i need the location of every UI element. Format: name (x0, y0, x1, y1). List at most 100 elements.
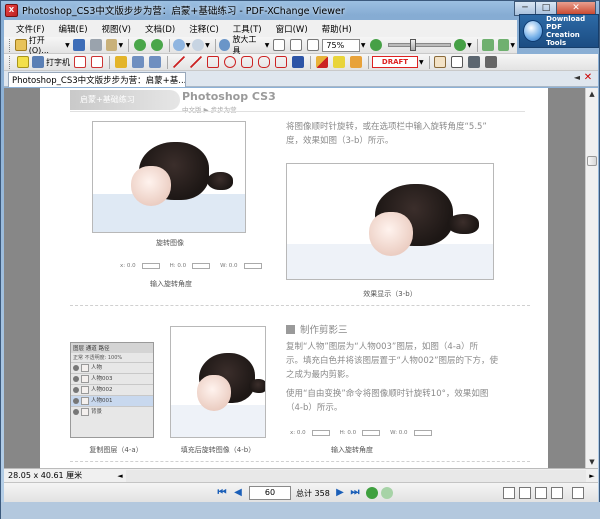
chevron-down-icon: ▼ (467, 41, 472, 49)
back-button[interactable] (132, 38, 147, 53)
history-back-icon[interactable] (366, 487, 378, 499)
hand-tool-button[interactable] (433, 55, 448, 70)
document-viewport[interactable]: 启蒙+基础练习 Photoshop CS3 中文版 ▶ 步步为营 旋转图像 x:… (4, 88, 585, 468)
polygon-icon (240, 56, 253, 68)
text-insert-icon (131, 56, 144, 68)
layers-panel-tabs: 图层 通道 路径 (71, 343, 153, 353)
tab-document[interactable]: Photoshop_CS3中文版步步为营：启蒙+基... (8, 72, 186, 87)
previous-page-button[interactable]: ◀ (232, 487, 244, 499)
single-page-view-icon[interactable] (503, 487, 515, 499)
fill-rotate-photo-4b (170, 326, 266, 438)
comment-button[interactable] (15, 55, 30, 70)
menu-view[interactable]: 视图(V) (102, 23, 131, 35)
toolbar-grip[interactable] (9, 55, 12, 69)
polygon-tool-button[interactable] (239, 55, 254, 70)
chevron-down-icon: ▼ (185, 41, 191, 49)
menu-window[interactable]: 窗口(W) (276, 23, 308, 35)
zoom-out-button[interactable] (368, 38, 383, 53)
rotate-menu-button[interactable]: ▼ (497, 38, 515, 53)
scroll-left-icon[interactable]: ◄ (114, 470, 126, 482)
chevron-down-icon: ▼ (65, 41, 70, 49)
zoom-slider[interactable] (388, 39, 452, 51)
toolbar-grip[interactable] (9, 38, 12, 52)
title-bar: X Photoshop_CS3中文版步步为营：启蒙+基础练习 - PDF-XCh… (1, 1, 599, 19)
paragraph-copy-line1: 复制“人物”图层为“人物003”图层，如图（4-a）所 (286, 342, 479, 352)
text-insert-button[interactable] (130, 55, 145, 70)
fit-page-button[interactable] (288, 38, 303, 53)
forward-button[interactable] (149, 38, 164, 53)
menu-tools[interactable]: 工具(T) (233, 23, 262, 35)
zoom-tool-button[interactable]: 放大工具 ▼ (218, 35, 269, 55)
text-select-button[interactable] (113, 55, 128, 70)
cloud-tool-button[interactable] (256, 55, 271, 70)
callout-button[interactable] (89, 55, 104, 70)
ellipse-tool-button[interactable] (222, 55, 237, 70)
zoom-in-button[interactable]: ▼ (454, 38, 472, 53)
arrow-tool-button[interactable] (188, 55, 203, 70)
redo-icon (192, 39, 205, 51)
layer-row: 人物002 (71, 384, 153, 395)
tab-close-icon[interactable]: ✕ (582, 72, 594, 84)
snapshot-tool-button[interactable] (467, 55, 482, 70)
menu-edit[interactable]: 编辑(E) (59, 23, 88, 35)
first-page-button[interactable]: ⏮ (216, 487, 228, 499)
zoom-dropdown-icon[interactable]: ▼ (361, 42, 366, 49)
rectangle-tool-button[interactable] (205, 55, 220, 70)
fit-page-icon (289, 39, 302, 51)
fit-width-button[interactable] (305, 38, 320, 53)
text-replace-button[interactable] (147, 55, 162, 70)
line-tool-button[interactable] (171, 55, 186, 70)
history-forward-icon[interactable] (381, 487, 393, 499)
pushpin-tool-button[interactable] (290, 55, 305, 70)
open-button[interactable]: 打开(O)... ▼ (14, 36, 70, 55)
page-number-input[interactable]: 60 (249, 486, 291, 500)
scroll-down-icon[interactable]: ▼ (586, 456, 598, 468)
actual-size-button[interactable] (271, 38, 286, 53)
globe-icon (523, 20, 544, 42)
menu-document[interactable]: 文档(D) (145, 23, 175, 35)
menu-comments[interactable]: 注释(C) (189, 23, 219, 35)
vertical-scrollbar[interactable]: ▲ ▼ (585, 88, 598, 468)
vertical-scroll-thumb[interactable] (587, 156, 597, 166)
menu-help[interactable]: 帮助(H) (322, 23, 352, 35)
cloud-icon (257, 56, 270, 68)
menu-file[interactable]: 文件(F) (16, 23, 45, 35)
redo-button[interactable]: ▼ (192, 38, 210, 53)
rotate-button[interactable] (481, 38, 496, 53)
page-total: 总计 358 (296, 489, 330, 498)
save-button[interactable] (72, 38, 87, 53)
textbox-button[interactable] (72, 55, 87, 70)
tab-label: Photoshop_CS3中文版步步为营：启蒙+基... (12, 76, 186, 86)
scroll-right-icon[interactable]: ► (586, 470, 598, 482)
polyline-tool-button[interactable] (273, 55, 288, 70)
select-tool-button[interactable] (450, 55, 465, 70)
continuous-facing-view-icon[interactable] (551, 487, 563, 499)
minus-circle-icon (369, 39, 382, 51)
plus-circle-icon (454, 39, 467, 51)
printer-icon (90, 39, 103, 51)
zoom-level-input[interactable]: 75% (322, 38, 360, 52)
tab-scroll-left-icon[interactable]: ◄ (574, 73, 580, 82)
scroll-up-icon[interactable]: ▲ (586, 88, 598, 100)
highlighter-tool-button[interactable] (331, 55, 346, 70)
stamp-button[interactable]: DRAFT ▼ (372, 55, 424, 70)
continuous-view-icon[interactable] (519, 487, 531, 499)
email-button[interactable]: ▼ (105, 38, 123, 53)
page-layout-menu-icon[interactable] (572, 487, 584, 499)
eraser-tool-button[interactable] (348, 55, 363, 70)
find-button[interactable] (484, 55, 499, 70)
undo-button[interactable]: ▼ (173, 38, 190, 53)
pushpin-icon (291, 56, 304, 68)
last-page-button[interactable]: ⏭ (349, 487, 361, 499)
horizontal-scrollbar[interactable] (126, 469, 586, 482)
mail-icon (105, 39, 118, 51)
download-pdf-tools-banner[interactable]: Download PDF Creation Tools (519, 14, 599, 48)
window-title: Photoshop_CS3中文版步步为营：启蒙+基础练习 - PDF-XChan… (22, 6, 345, 17)
pencil-tool-button[interactable] (314, 55, 329, 70)
next-page-button[interactable]: ▶ (334, 487, 346, 499)
typewriter-button[interactable]: 打字机 (32, 55, 70, 70)
facing-view-icon[interactable] (535, 487, 547, 499)
layer-row: 人物001 (71, 395, 153, 406)
zoom-slider-thumb[interactable] (410, 39, 417, 51)
print-button[interactable] (89, 38, 104, 53)
